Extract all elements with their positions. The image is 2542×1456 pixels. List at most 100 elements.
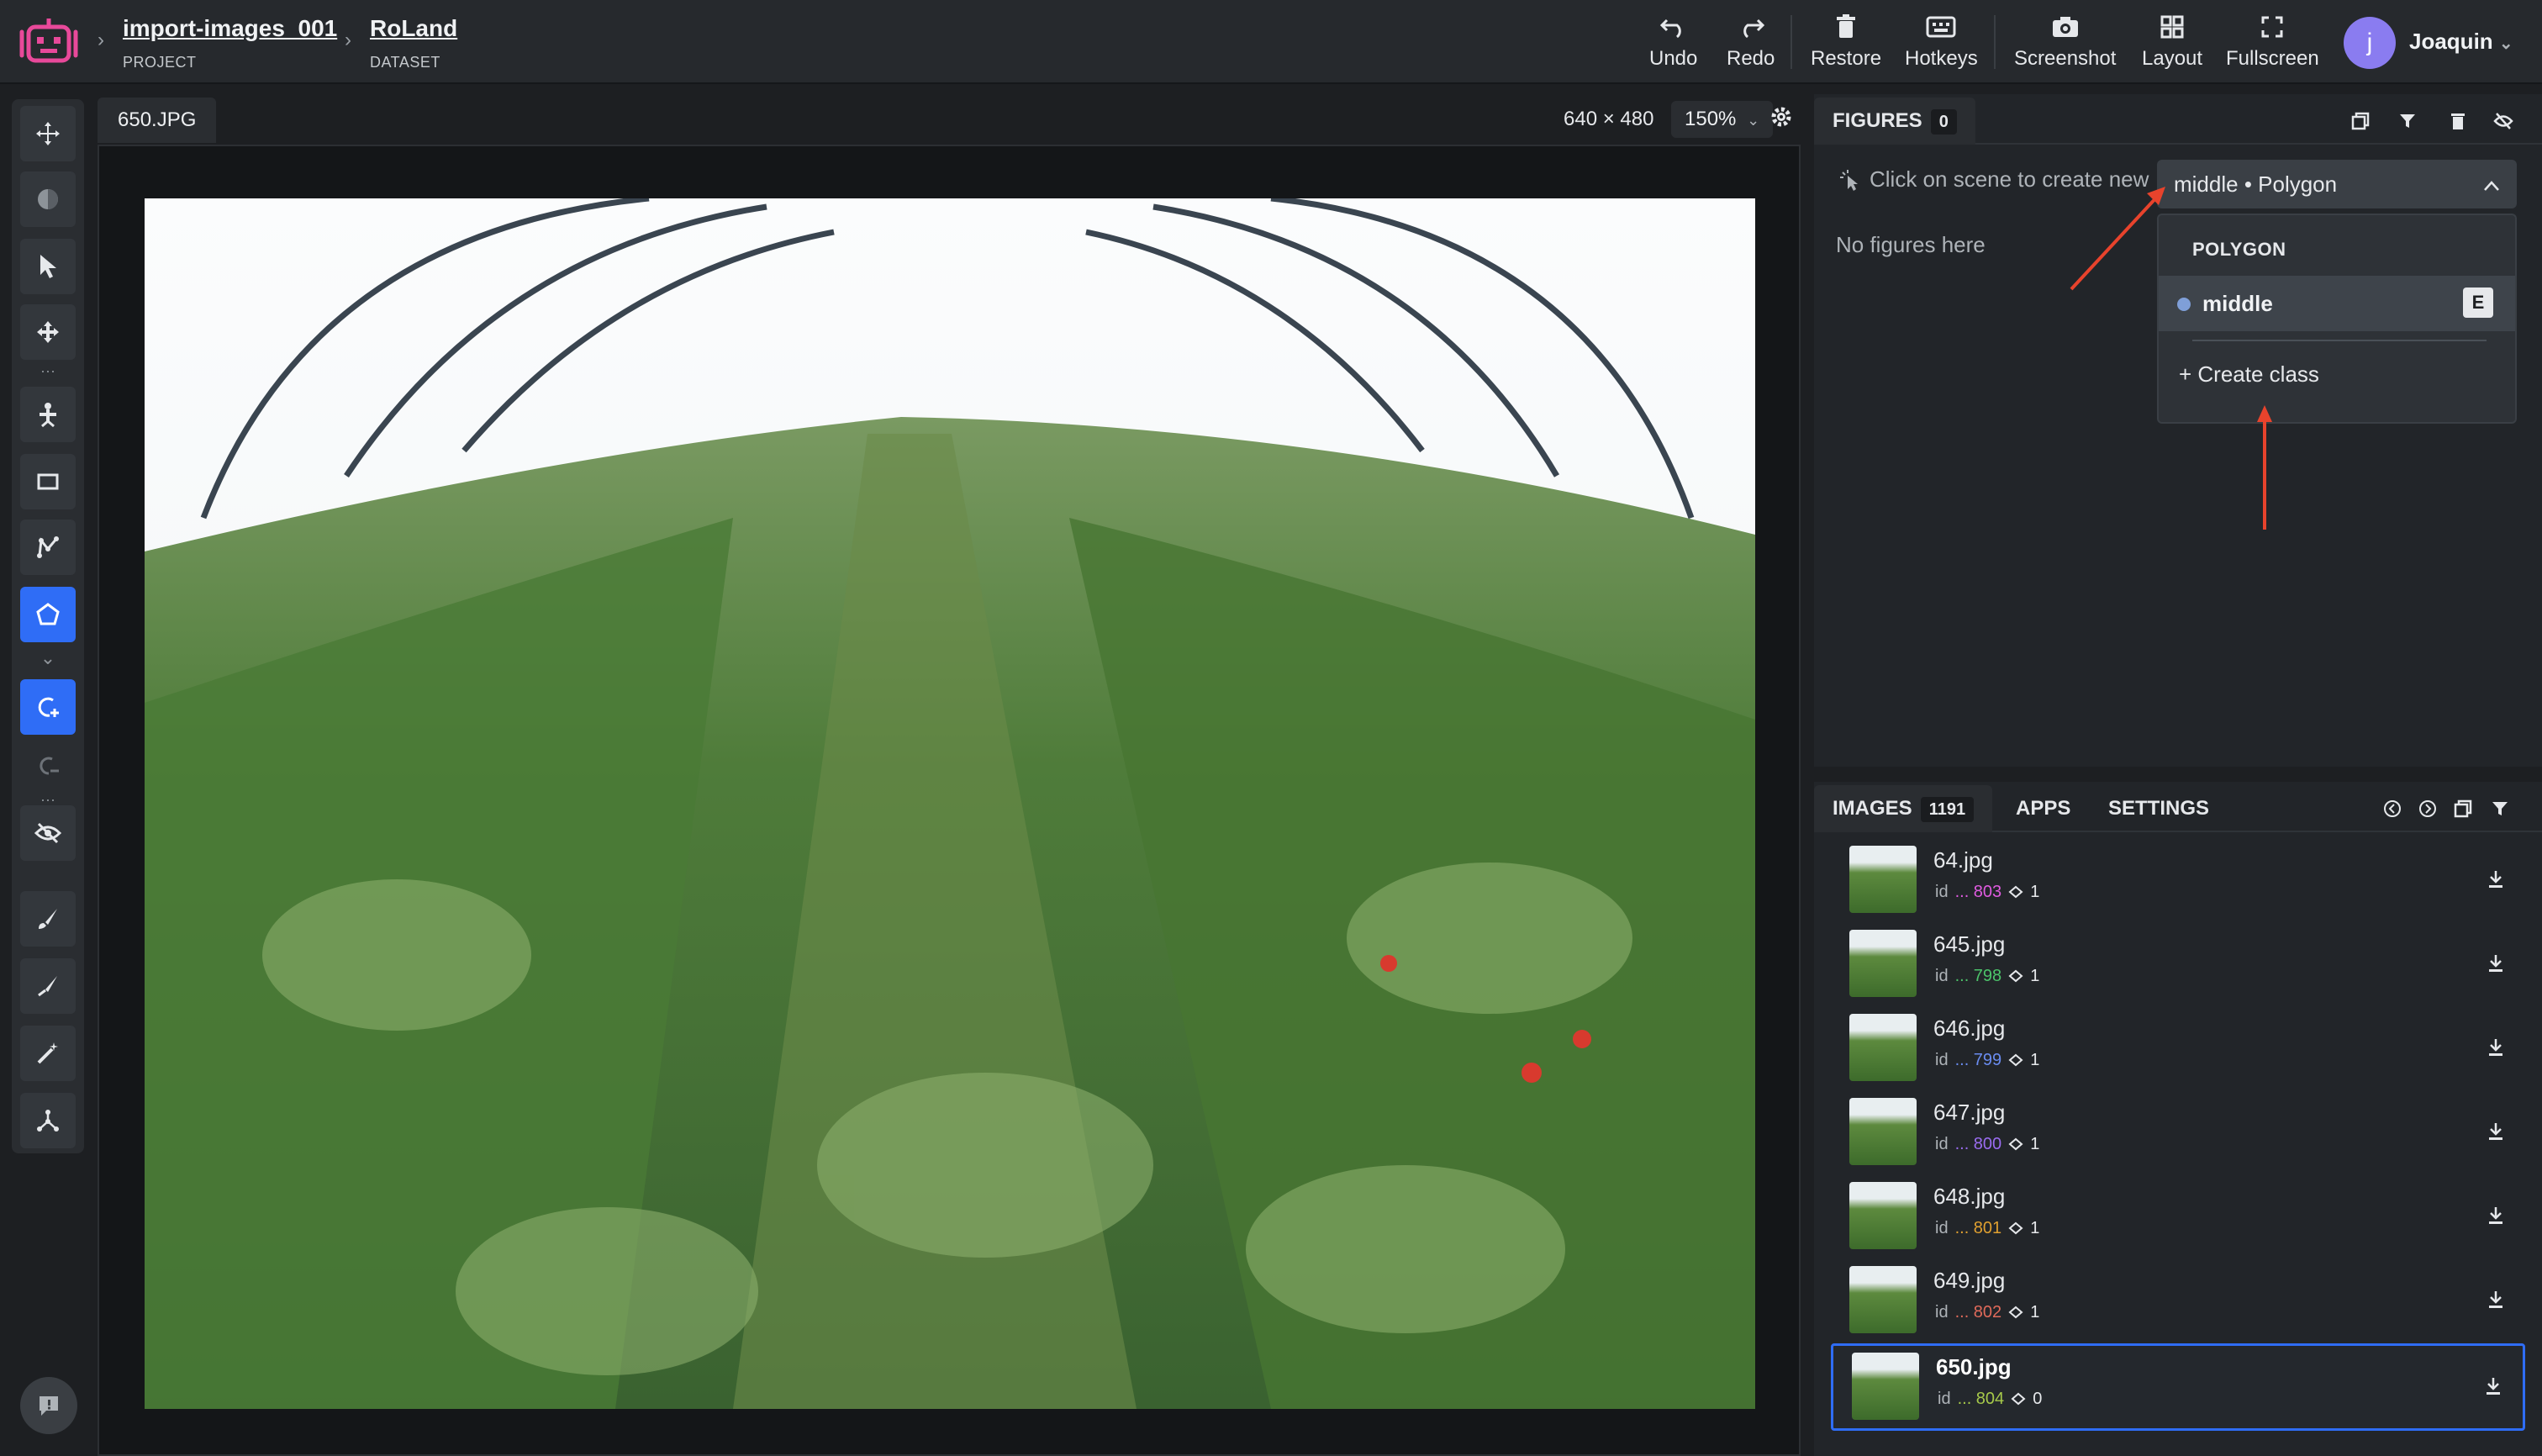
select-tool[interactable] <box>20 239 76 294</box>
help-chat-button[interactable] <box>20 1377 77 1434</box>
rectangle-icon <box>37 473 59 490</box>
robot-logo-icon[interactable] <box>18 15 79 69</box>
screenshot-button[interactable]: Screenshot <box>2014 12 2116 74</box>
brush-tool[interactable] <box>20 891 76 947</box>
images-count-badge: 1191 <box>1920 797 1975 822</box>
id-label: id <box>1935 1051 1949 1069</box>
image-id: ... 800 <box>1954 1135 2002 1153</box>
image-name: 645.jpg <box>1933 931 2006 957</box>
download-icon[interactable] <box>2487 869 2507 889</box>
point-tool[interactable] <box>20 387 76 442</box>
hotkeys-button[interactable]: Hotkeys <box>1905 12 1978 74</box>
subtract-polygon-tool[interactable] <box>20 738 76 794</box>
eraser-tool[interactable] <box>20 958 76 1014</box>
chevron-down-icon: ⌄ <box>2498 34 2513 53</box>
image-dimensions: 640 × 480 <box>1564 108 1654 130</box>
user-menu[interactable]: Joaquin ⌄ <box>2409 29 2513 55</box>
chat-bubble-icon <box>40 1396 58 1416</box>
lasso-minus-icon <box>40 757 59 775</box>
object-count: 1 <box>2030 883 2040 901</box>
download-icon[interactable] <box>2487 1037 2507 1058</box>
drag-tool[interactable] <box>20 304 76 360</box>
add-polygon-tool[interactable] <box>20 679 76 735</box>
zoom-value: 150% <box>1685 108 1737 130</box>
graph-tool[interactable] <box>20 1093 76 1148</box>
breadcrumb-dataset[interactable]: RoLand <box>370 15 457 42</box>
tab-settings[interactable]: SETTINGS <box>2090 785 2228 832</box>
arrow-to-create-head <box>2257 405 2272 422</box>
object-count: 1 <box>2030 967 2040 985</box>
avatar[interactable]: j <box>2344 17 2396 69</box>
annotation-arrows <box>2070 187 2272 530</box>
hide-figures-tool[interactable] <box>20 805 76 861</box>
pan-tool[interactable] <box>20 106 76 161</box>
user-name: Joaquin <box>2409 29 2493 54</box>
fullscreen-icon <box>2260 12 2284 42</box>
image-list-item[interactable]: 648.jpg id ... 801 1 <box>1831 1175 2525 1256</box>
smart-tool[interactable] <box>20 1026 76 1081</box>
download-icon[interactable] <box>2487 1121 2507 1142</box>
image-id: ... 802 <box>1954 1303 2002 1321</box>
image-list-item[interactable]: 649.jpg id ... 802 1 <box>1831 1259 2525 1340</box>
download-icon[interactable] <box>2484 1376 2504 1396</box>
image-list-item[interactable]: 646.jpg id ... 799 1 <box>1831 1007 2525 1088</box>
redo-button[interactable]: Redo <box>1727 12 1775 74</box>
id-label: id <box>1935 1303 1949 1321</box>
file-tab[interactable]: 650.JPG <box>98 98 217 143</box>
zoom-select[interactable]: 150% ⌄ <box>1671 101 1774 138</box>
eye-slash-icon <box>34 822 61 844</box>
chevron-right-icon: › <box>345 29 351 51</box>
gear-icon[interactable] <box>1770 106 1792 132</box>
image-meta: id ... 804 0 <box>1938 1390 2042 1409</box>
download-icon[interactable] <box>2487 1205 2507 1226</box>
tab-images[interactable]: IMAGES 1191 <box>1814 785 1993 832</box>
image-meta: id ... 799 1 <box>1935 1051 2039 1070</box>
polyline-tool[interactable] <box>20 520 76 575</box>
download-icon[interactable] <box>2487 1290 2507 1310</box>
image-name: 648.jpg <box>1933 1184 2006 1209</box>
restore-label: Restore <box>1811 47 1882 70</box>
fullscreen-button[interactable]: Fullscreen <box>2226 12 2319 74</box>
image-meta: id ... 801 1 <box>1935 1219 2039 1238</box>
image-thumbnail <box>1849 1014 1917 1081</box>
tab-apps[interactable]: APPS <box>1997 785 2089 832</box>
rectangle-tool[interactable] <box>20 454 76 509</box>
more-dots-icon[interactable]: ··· <box>37 792 59 807</box>
top-bar: › import-images_001 PROJECT › RoLand DAT… <box>0 0 2542 84</box>
layout-button[interactable]: Layout <box>2142 12 2202 74</box>
image-list-item[interactable]: 650.jpg id ... 804 0 <box>1831 1343 2525 1431</box>
image-name: 649.jpg <box>1933 1268 2006 1293</box>
copy-icon[interactable] <box>2451 797 2475 820</box>
layers-icon <box>2008 1053 2023 1066</box>
brightness-tool[interactable] <box>20 171 76 227</box>
more-dots-icon[interactable]: ··· <box>37 363 59 378</box>
image-list-item[interactable]: 64.jpg id ... 803 1 <box>1831 839 2525 920</box>
image-list-item[interactable]: 647.jpg id ... 800 1 <box>1831 1091 2525 1172</box>
image-list-item[interactable]: 645.jpg id ... 798 1 <box>1831 923 2525 1004</box>
eraser-brush-icon <box>38 976 57 997</box>
images-panel: IMAGES 1191 APPS SETTINGS 64.jpg id ... 803… <box>1814 782 2542 1456</box>
filter-icon[interactable] <box>2488 797 2512 820</box>
image-thumbnail <box>1849 1098 1917 1165</box>
scene-image[interactable] <box>145 198 1755 1409</box>
move-cross-icon <box>37 321 59 343</box>
image-id: ... 799 <box>1954 1051 2002 1069</box>
object-count: 1 <box>2030 1135 2040 1153</box>
breadcrumb-dataset-label: DATASET <box>370 54 440 71</box>
lasso-plus-icon <box>38 697 59 717</box>
polygon-tool[interactable] <box>20 587 76 642</box>
next-circle-icon[interactable] <box>2416 797 2439 820</box>
undo-button[interactable]: Undo <box>1649 12 1697 74</box>
layers-icon <box>2011 1392 2026 1405</box>
cursor-arrow-icon <box>40 255 56 278</box>
chevron-down-icon[interactable]: ⌄ <box>37 649 59 667</box>
trash-icon <box>1834 12 1858 42</box>
annotation-canvas[interactable] <box>98 145 1801 1456</box>
prev-circle-icon[interactable] <box>2381 797 2404 820</box>
image-id: ... 803 <box>1954 883 2002 901</box>
restore-button[interactable]: Restore <box>1811 12 1881 74</box>
object-count: 1 <box>2030 1051 2040 1069</box>
breadcrumb-project[interactable]: import-images_001 <box>123 15 337 42</box>
download-icon[interactable] <box>2487 953 2507 973</box>
magic-wand-icon <box>37 1042 58 1064</box>
